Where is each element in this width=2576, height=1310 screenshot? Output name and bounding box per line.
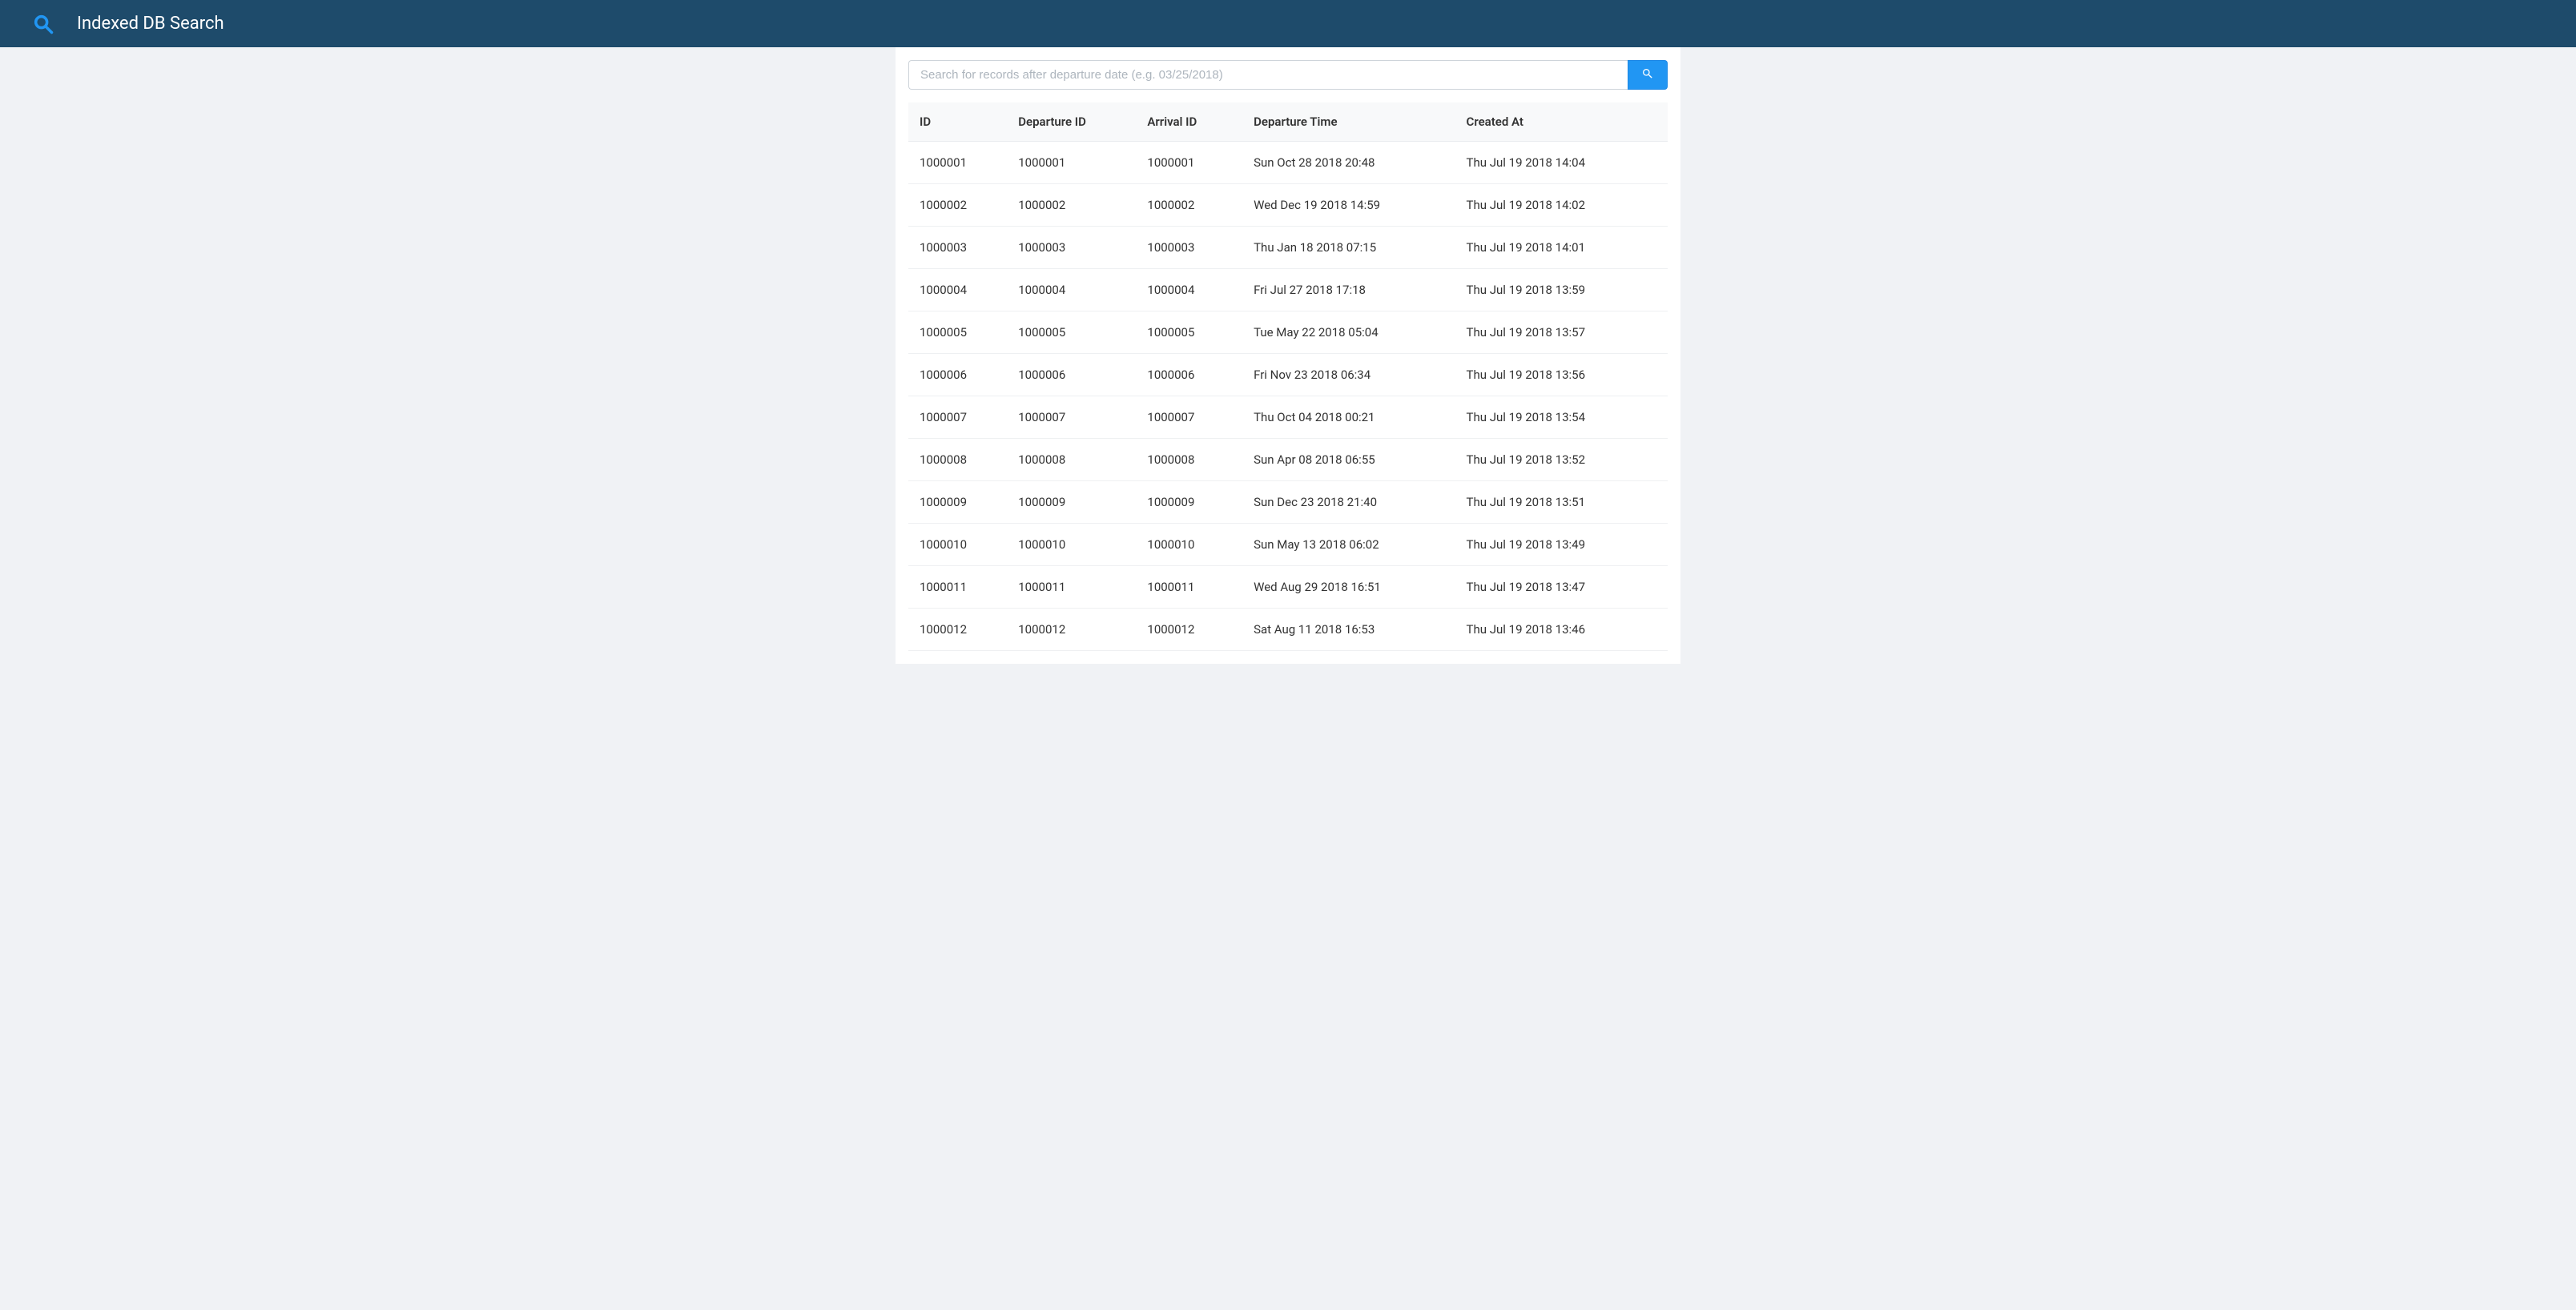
cell-created-at: Thu Jul 19 2018 13:46 <box>1455 609 1668 651</box>
cell-created-at: Thu Jul 19 2018 13:56 <box>1455 354 1668 396</box>
header-arrival-id: Arrival ID <box>1136 102 1242 142</box>
cell-arrival-id: 1000011 <box>1136 566 1242 609</box>
cell-id: 1000007 <box>908 396 1007 439</box>
table-row: 100001110000111000011Wed Aug 29 2018 16:… <box>908 566 1668 609</box>
cell-arrival-id: 1000005 <box>1136 311 1242 354</box>
cell-id: 1000001 <box>908 142 1007 184</box>
table-row: 100001210000121000012Sat Aug 11 2018 16:… <box>908 609 1668 651</box>
cell-departure-time: Tue May 22 2018 05:04 <box>1242 311 1455 354</box>
cell-departure-id: 1000004 <box>1007 269 1136 311</box>
cell-departure-id: 1000005 <box>1007 311 1136 354</box>
cell-created-at: Thu Jul 19 2018 13:47 <box>1455 566 1668 609</box>
cell-arrival-id: 1000001 <box>1136 142 1242 184</box>
cell-departure-time: Wed Aug 29 2018 16:51 <box>1242 566 1455 609</box>
cell-departure-id: 1000003 <box>1007 227 1136 269</box>
cell-departure-time: Thu Oct 04 2018 00:21 <box>1242 396 1455 439</box>
cell-id: 1000003 <box>908 227 1007 269</box>
app-search-icon <box>32 13 54 35</box>
cell-departure-id: 1000002 <box>1007 184 1136 227</box>
cell-id: 1000009 <box>908 481 1007 524</box>
header-created-at: Created At <box>1455 102 1668 142</box>
search-input[interactable] <box>908 60 1628 90</box>
cell-id: 1000002 <box>908 184 1007 227</box>
cell-created-at: Thu Jul 19 2018 13:57 <box>1455 311 1668 354</box>
app-title: Indexed DB Search <box>77 14 224 34</box>
cell-id: 1000006 <box>908 354 1007 396</box>
cell-id: 1000004 <box>908 269 1007 311</box>
header-departure-time: Departure Time <box>1242 102 1455 142</box>
table-row: 100001010000101000010Sun May 13 2018 06:… <box>908 524 1668 566</box>
cell-created-at: Thu Jul 19 2018 13:51 <box>1455 481 1668 524</box>
search-icon <box>1641 67 1654 82</box>
cell-id: 1000005 <box>908 311 1007 354</box>
cell-departure-id: 1000001 <box>1007 142 1136 184</box>
cell-departure-id: 1000007 <box>1007 396 1136 439</box>
cell-departure-time: Sat Aug 11 2018 16:53 <box>1242 609 1455 651</box>
cell-departure-id: 1000009 <box>1007 481 1136 524</box>
cell-arrival-id: 1000002 <box>1136 184 1242 227</box>
cell-created-at: Thu Jul 19 2018 14:04 <box>1455 142 1668 184</box>
cell-arrival-id: 1000006 <box>1136 354 1242 396</box>
cell-departure-time: Fri Jul 27 2018 17:18 <box>1242 269 1455 311</box>
table-row: 100000710000071000007Thu Oct 04 2018 00:… <box>908 396 1668 439</box>
table-row: 100000110000011000001Sun Oct 28 2018 20:… <box>908 142 1668 184</box>
cell-arrival-id: 1000008 <box>1136 439 1242 481</box>
cell-departure-time: Thu Jan 18 2018 07:15 <box>1242 227 1455 269</box>
header-id: ID <box>908 102 1007 142</box>
header-departure-id: Departure ID <box>1007 102 1136 142</box>
table-row: 100000410000041000004Fri Jul 27 2018 17:… <box>908 269 1668 311</box>
cell-created-at: Thu Jul 19 2018 14:02 <box>1455 184 1668 227</box>
cell-departure-id: 1000011 <box>1007 566 1136 609</box>
cell-arrival-id: 1000009 <box>1136 481 1242 524</box>
table-header-row: ID Departure ID Arrival ID Departure Tim… <box>908 102 1668 142</box>
table-row: 100000810000081000008Sun Apr 08 2018 06:… <box>908 439 1668 481</box>
cell-departure-time: Sun Apr 08 2018 06:55 <box>1242 439 1455 481</box>
cell-created-at: Thu Jul 19 2018 14:01 <box>1455 227 1668 269</box>
table-row: 100000210000021000002Wed Dec 19 2018 14:… <box>908 184 1668 227</box>
results-table: ID Departure ID Arrival ID Departure Tim… <box>908 102 1668 651</box>
main-container: ID Departure ID Arrival ID Departure Tim… <box>896 47 1680 664</box>
table-row: 100000610000061000006Fri Nov 23 2018 06:… <box>908 354 1668 396</box>
table-row: 100000910000091000009Sun Dec 23 2018 21:… <box>908 481 1668 524</box>
cell-departure-id: 1000012 <box>1007 609 1136 651</box>
cell-arrival-id: 1000010 <box>1136 524 1242 566</box>
cell-departure-time: Fri Nov 23 2018 06:34 <box>1242 354 1455 396</box>
cell-created-at: Thu Jul 19 2018 13:52 <box>1455 439 1668 481</box>
cell-arrival-id: 1000004 <box>1136 269 1242 311</box>
cell-departure-time: Sun Dec 23 2018 21:40 <box>1242 481 1455 524</box>
cell-id: 1000011 <box>908 566 1007 609</box>
cell-departure-time: Wed Dec 19 2018 14:59 <box>1242 184 1455 227</box>
table-row: 100000310000031000003Thu Jan 18 2018 07:… <box>908 227 1668 269</box>
navbar: Indexed DB Search <box>0 0 2576 47</box>
cell-departure-id: 1000010 <box>1007 524 1136 566</box>
cell-departure-id: 1000008 <box>1007 439 1136 481</box>
cell-arrival-id: 1000007 <box>1136 396 1242 439</box>
table-row: 100000510000051000005Tue May 22 2018 05:… <box>908 311 1668 354</box>
cell-created-at: Thu Jul 19 2018 13:54 <box>1455 396 1668 439</box>
cell-id: 1000008 <box>908 439 1007 481</box>
search-row <box>908 60 1668 90</box>
cell-created-at: Thu Jul 19 2018 13:59 <box>1455 269 1668 311</box>
cell-arrival-id: 1000003 <box>1136 227 1242 269</box>
cell-created-at: Thu Jul 19 2018 13:49 <box>1455 524 1668 566</box>
cell-arrival-id: 1000012 <box>1136 609 1242 651</box>
cell-id: 1000012 <box>908 609 1007 651</box>
cell-id: 1000010 <box>908 524 1007 566</box>
cell-departure-time: Sun Oct 28 2018 20:48 <box>1242 142 1455 184</box>
cell-departure-time: Sun May 13 2018 06:02 <box>1242 524 1455 566</box>
cell-departure-id: 1000006 <box>1007 354 1136 396</box>
search-button[interactable] <box>1628 60 1668 90</box>
